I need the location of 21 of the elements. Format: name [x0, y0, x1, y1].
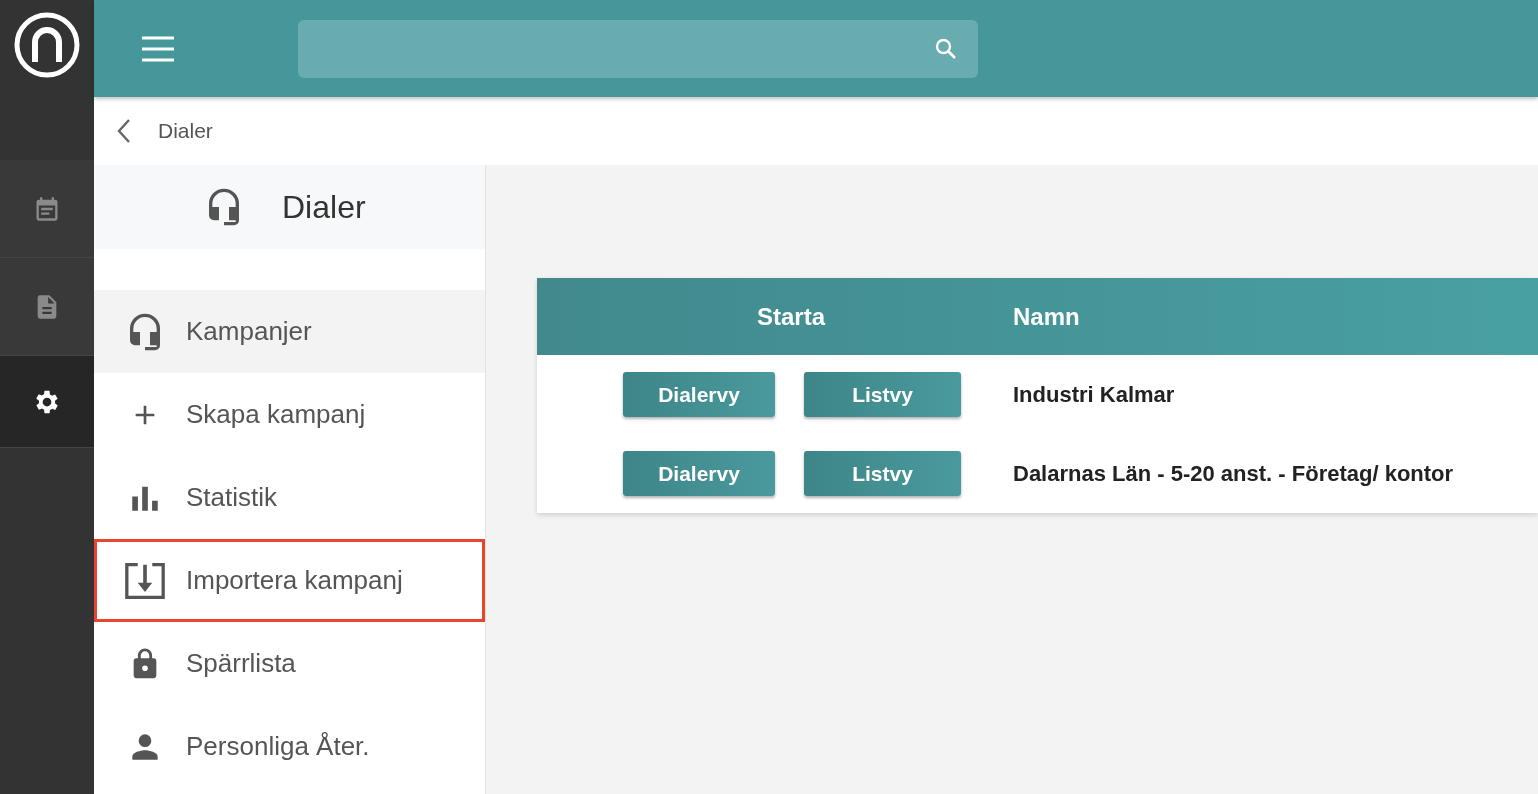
back-button[interactable] [116, 118, 132, 144]
breadcrumb-label: Dialer [158, 119, 213, 143]
table-cell: Industri Kalmar [1013, 381, 1175, 408]
sidebar-item[interactable]: Kampanjer [94, 290, 485, 373]
table-cell: Dalarnas Län - 5-20 anst. - Företag/ kontor [1013, 460, 1454, 487]
dialer-view-button[interactable]: Dialervy [623, 451, 775, 496]
sidebar-item[interactable]: Importera kampanj [94, 539, 485, 622]
column-header: Namn [1013, 302, 1080, 331]
list-view-button[interactable]: Listvy [804, 372, 961, 417]
list-view-button[interactable]: Listvy [804, 451, 961, 496]
menu-icon [142, 35, 174, 62]
sidebar-title: Dialer [282, 188, 366, 226]
chevron-left-icon [116, 118, 132, 144]
search-icon [934, 36, 958, 61]
menu-button[interactable] [142, 35, 174, 62]
import-icon [123, 560, 167, 601]
dialer-view-button[interactable]: Dialervy [623, 372, 775, 417]
logo-icon [14, 12, 80, 78]
column-header: Starta [756, 302, 827, 331]
rail-button[interactable] [0, 356, 94, 448]
search-field[interactable] [298, 19, 978, 78]
